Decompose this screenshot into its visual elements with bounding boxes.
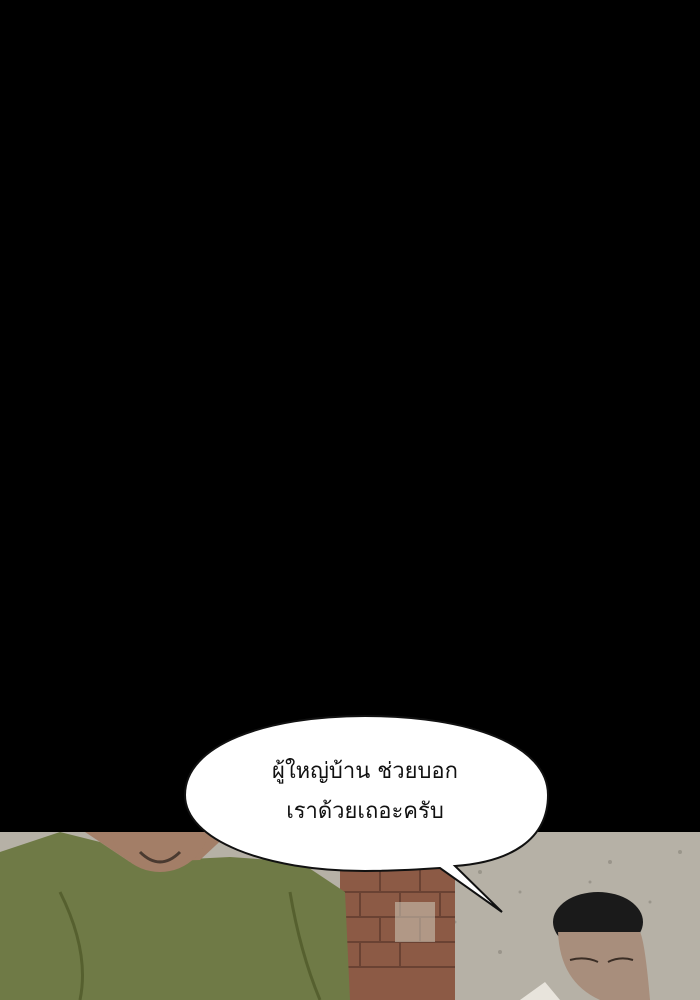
black-panel	[0, 0, 700, 832]
speech-line-2: เราด้วยเถอะครับ	[286, 799, 444, 824]
speech-bubble-text: ผู้ใหญ่บ้าน ช่วยบอก เราด้วยเถอะครับ	[200, 752, 530, 832]
comic-panel-scene	[0, 832, 700, 1000]
speech-line-1: ผู้ใหญ่บ้าน ช่วยบอก	[272, 759, 458, 784]
brick-wall	[340, 867, 455, 1000]
